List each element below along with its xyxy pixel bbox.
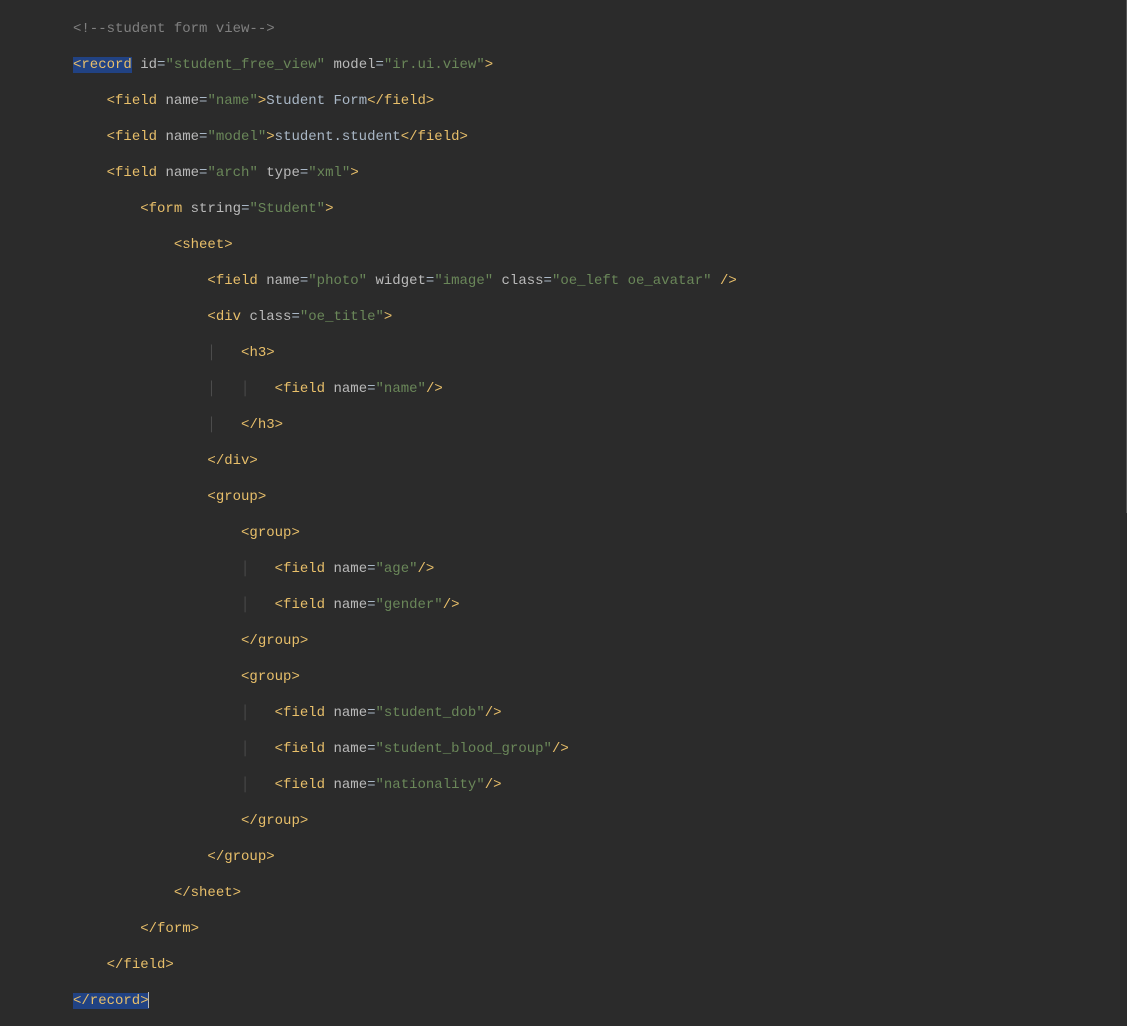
tag-field: <field [107, 129, 157, 145]
attr-val: "student_free_view" [165, 57, 325, 73]
attr-name: name [333, 741, 367, 757]
attr-val: "student_dob" [376, 705, 485, 721]
code-line[interactable]: </group> [0, 848, 1127, 866]
attr-id: id [140, 57, 157, 73]
attr-name: name [165, 165, 199, 181]
code-line[interactable]: <sheet> [0, 236, 1127, 254]
attr-val: "nationality" [376, 777, 485, 793]
tag-div: <div [207, 309, 241, 325]
tag-form: <form [140, 201, 182, 217]
attr-name: name [333, 705, 367, 721]
code-line[interactable]: <group> [0, 488, 1127, 506]
tag-field-close: </field> [367, 93, 434, 109]
code-line[interactable]: <div class="oe_title"> [0, 308, 1127, 326]
code-line[interactable]: </sheet> [0, 884, 1127, 902]
text-content: student.student [275, 129, 401, 145]
code-line[interactable]: <field name="name">Student Form</field> [0, 92, 1127, 110]
tag-h3: <h3> [241, 345, 275, 361]
tag-field: <field [275, 597, 325, 613]
attr-val: "image" [434, 273, 493, 289]
tag-group: <group> [241, 669, 300, 685]
code-line[interactable]: <form string="Student"> [0, 200, 1127, 218]
tag-group: <group> [207, 489, 266, 505]
attr-val: "student_blood_group" [376, 741, 552, 757]
code-line[interactable]: <field name="arch" type="xml"> [0, 164, 1127, 182]
attr-name: name [266, 273, 300, 289]
code-editor[interactable]: <!--student form view--> <record id="stu… [0, 0, 1127, 1026]
tag-sheet-close: </sheet> [174, 885, 241, 901]
attr-val: "name" [207, 93, 257, 109]
attr-val: "gender" [376, 597, 443, 613]
code-line[interactable]: <group> [0, 524, 1127, 542]
code-line[interactable]: </form> [0, 920, 1127, 938]
attr-val: "oe_left oe_avatar" [552, 273, 712, 289]
attr-widget: widget [375, 273, 425, 289]
tag-group-close: </group> [241, 813, 308, 829]
tag-field: <field [275, 381, 325, 397]
attr-val: "photo" [308, 273, 367, 289]
xml-comment: <!--student form view--> [73, 21, 275, 37]
tag-field-close: </field> [107, 957, 174, 973]
tag-field: <field [275, 705, 325, 721]
code-line[interactable]: </field> [0, 956, 1127, 974]
code-line[interactable]: │ <h3> [0, 344, 1127, 362]
attr-string: string [191, 201, 241, 217]
code-line[interactable]: </record> [0, 992, 1127, 1010]
tag-record-open: <record [73, 57, 132, 73]
tag-form-close: </form> [140, 921, 199, 937]
attr-name: name [334, 381, 368, 397]
attr-val: "oe_title" [300, 309, 384, 325]
text-cursor [148, 992, 149, 1008]
code-line[interactable]: <record id="student_free_view" model="ir… [0, 56, 1127, 74]
attr-val: "arch" [207, 165, 257, 181]
attr-name: name [165, 129, 199, 145]
code-line[interactable]: │ </h3> [0, 416, 1127, 434]
tag-h3-close: </h3> [241, 417, 283, 433]
code-line[interactable]: <!--student form view--> [0, 20, 1127, 38]
attr-class: class [249, 309, 291, 325]
attr-val: "name" [376, 381, 426, 397]
code-line[interactable]: <group> [0, 668, 1127, 686]
tag-div-close: </div> [207, 453, 257, 469]
text-content: Student Form [266, 93, 367, 109]
tag-field-close: </field> [401, 129, 468, 145]
code-line[interactable]: <field name="model">student.student</fie… [0, 128, 1127, 146]
code-line[interactable]: <field name="photo" widget="image" class… [0, 272, 1127, 290]
tag-field: <field [207, 273, 257, 289]
code-line[interactable]: │ <field name="nationality"/> [0, 776, 1127, 794]
attr-val: "Student" [249, 201, 325, 217]
tag-group: <group> [241, 525, 300, 541]
attr-val: "ir.ui.view" [384, 57, 485, 73]
attr-name: name [333, 777, 367, 793]
tag-field: <field [107, 93, 157, 109]
code-line[interactable]: </group> [0, 632, 1127, 650]
attr-val: "xml" [308, 165, 350, 181]
tag-record-close: </record> [73, 993, 149, 1009]
tag-field: <field [275, 741, 325, 757]
attr-class: class [502, 273, 544, 289]
code-line[interactable]: │ │ <field name="name"/> [0, 380, 1127, 398]
attr-model: model [333, 57, 375, 73]
code-line[interactable]: │ <field name="age"/> [0, 560, 1127, 578]
attr-type: type [266, 165, 300, 181]
tag-field: <field [107, 165, 157, 181]
tag-field: <field [275, 561, 325, 577]
tag-field: <field [275, 777, 325, 793]
tag-sheet: <sheet> [174, 237, 233, 253]
code-line[interactable]: │ <field name="student_dob"/> [0, 704, 1127, 722]
tag-group-close: </group> [241, 633, 308, 649]
attr-val: "model" [207, 129, 266, 145]
tag-group-close: </group> [207, 849, 274, 865]
attr-name: name [333, 561, 367, 577]
code-line[interactable]: │ <field name="student_blood_group"/> [0, 740, 1127, 758]
code-line[interactable]: </div> [0, 452, 1127, 470]
code-line[interactable]: │ <field name="gender"/> [0, 596, 1127, 614]
attr-name: name [333, 597, 367, 613]
attr-name: name [165, 93, 199, 109]
attr-val: "age" [376, 561, 418, 577]
code-line[interactable]: </group> [0, 812, 1127, 830]
